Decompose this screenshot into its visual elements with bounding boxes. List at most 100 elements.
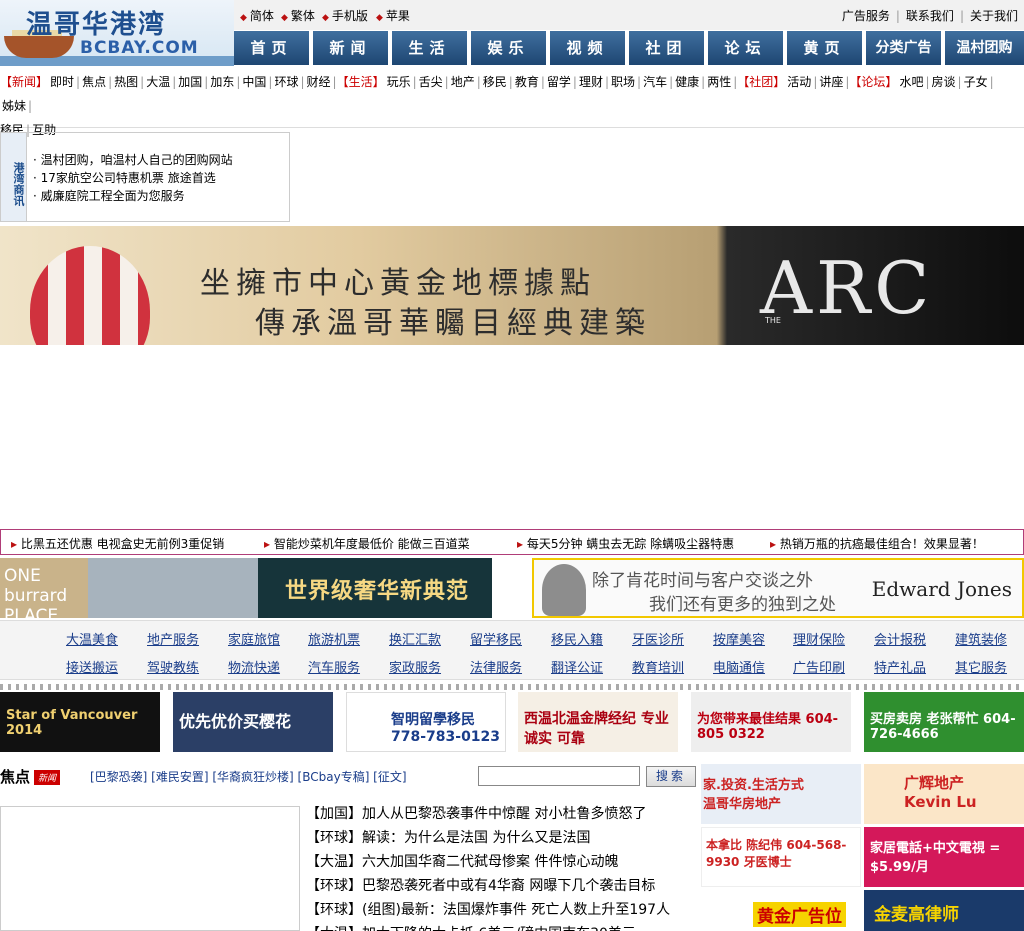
subnav-item[interactable]: 房谈 [930, 75, 958, 89]
subnav-item[interactable]: 讲座 [817, 75, 845, 89]
service-link[interactable]: 换汇汇款 [389, 629, 441, 648]
service-link[interactable]: 留学移民 [470, 629, 522, 648]
ad-gold-slot[interactable]: 黄金广告位 [701, 890, 861, 931]
link-contact[interactable]: 联系我们 [906, 9, 954, 23]
business-item[interactable]: 17家航空公司特惠机票 旅途首选 [33, 169, 233, 187]
site-logo[interactable]: 温哥华港湾 BCBAY.COM [0, 0, 234, 66]
ad-tile-sakura[interactable]: 优先优价买樱花 [173, 692, 333, 752]
news-item[interactable]: 【环球】(组图)最新：法国爆炸事件 死亡人数上升至197人 [306, 898, 698, 922]
ticker-item[interactable]: 智能炒菜机年度最低价 能做三百道菜 [264, 535, 470, 552]
ticker-item[interactable]: 热销万瓶的抗癌最佳组合！效果显著！ [770, 535, 984, 552]
ad-lawyer-jin[interactable]: 金麦高律师 [864, 890, 1024, 931]
news-item[interactable]: 【环球】巴黎恐袭死者中或有4华裔 网曝下几个袭击目标 [306, 874, 698, 898]
business-item[interactable]: 温村团购，咱温村人自己的团购网站 [33, 151, 233, 169]
focus-image-slot[interactable] [0, 806, 300, 931]
subnav-item[interactable]: 教育 [513, 75, 541, 89]
one-burrard-ad[interactable]: ONE burrard PLACE 世界级奢华新典范 [0, 558, 492, 626]
service-link[interactable]: 电脑通信 [713, 657, 765, 676]
focus-topic-links[interactable]: [巴黎恐袭] [难民安置] [华裔疯狂炒楼] [BCbay专稿] [征文] [90, 768, 407, 785]
subnav-forum-head[interactable]: 【论坛】 [849, 75, 897, 89]
service-link[interactable]: 接送搬运 [66, 657, 118, 676]
service-link[interactable]: 汽车服务 [308, 657, 360, 676]
subnav-item[interactable]: 即时 [48, 75, 76, 89]
search-button[interactable]: 搜索 [646, 766, 696, 787]
ad-tile-zhang-realty[interactable]: 买房卖房 老张帮忙 604-726-4666 [864, 692, 1024, 752]
subnav-club-head[interactable]: 【社团】 [737, 75, 785, 89]
subnav-item[interactable]: 职场 [609, 75, 637, 89]
subnav-item[interactable]: 姊妹 [0, 99, 28, 113]
service-link[interactable]: 大温美食 [66, 629, 118, 648]
subnav-item[interactable]: 大温 [144, 75, 172, 89]
subnav-item[interactable]: 两性 [705, 75, 733, 89]
subnav-item[interactable]: 健康 [673, 75, 701, 89]
link-mobile[interactable]: ◆ 手机版 [322, 7, 368, 24]
subnav-news-head[interactable]: 【新闻】 [0, 75, 48, 89]
subnav-item[interactable]: 水吧 [897, 75, 925, 89]
subnav-item[interactable]: 舌尖 [417, 75, 445, 89]
subnav-item[interactable]: 子女 [962, 75, 990, 89]
nav-classifieds[interactable]: 分类广告 [866, 31, 943, 65]
subnav-item[interactable]: 热图 [112, 75, 140, 89]
search-input[interactable] [478, 766, 640, 786]
service-link[interactable]: 教育培训 [632, 657, 684, 676]
nav-forum[interactable]: 论坛 [708, 31, 785, 65]
subnav-life-head[interactable]: 【生活】 [337, 75, 385, 89]
ad-italkbb[interactable]: 家居電話+中文電視 = $5.99/月 [864, 827, 1024, 887]
service-link[interactable]: 会计报税 [874, 629, 926, 648]
service-link[interactable]: 理财保险 [793, 629, 845, 648]
service-link[interactable]: 家政服务 [389, 657, 441, 676]
nav-life[interactable]: 生活 [392, 31, 469, 65]
service-link[interactable]: 广告印刷 [793, 657, 845, 676]
service-link[interactable]: 其它服务 [955, 657, 1007, 676]
news-item[interactable]: 【环球】解读：为什么是法国 为什么又是法国 [306, 826, 698, 850]
subnav-item[interactable]: 加东 [208, 75, 236, 89]
ad-tile-bright-immigration[interactable]: 智明留學移民 778-783-0123 [346, 692, 506, 752]
nav-video[interactable]: 视频 [550, 31, 627, 65]
news-item[interactable]: 【大温】加大下降的大卡抵 6美元/磅中国南车30美元 [306, 922, 698, 931]
link-about[interactable]: 关于我们 [970, 9, 1018, 23]
subnav-item[interactable]: 环球 [272, 75, 300, 89]
subnav-item[interactable]: 理财 [577, 75, 605, 89]
service-link[interactable]: 驾驶教练 [147, 657, 199, 676]
service-link[interactable]: 按摩美容 [713, 629, 765, 648]
ad-tile-star-vancouver[interactable]: Star of Vancouver 2014 [0, 692, 160, 752]
nav-groupbuy[interactable]: 温村团购 [945, 31, 1024, 65]
link-traditional[interactable]: ◆ 繁体 [281, 7, 315, 24]
subnav-item[interactable]: 财经 [305, 75, 333, 89]
nav-entertainment[interactable]: 娱乐 [471, 31, 548, 65]
service-link[interactable]: 地产服务 [147, 629, 199, 648]
service-link[interactable]: 法律服务 [470, 657, 522, 676]
ad-tile-best-results[interactable]: 为您带来最佳结果 604-805 0322 [691, 692, 851, 752]
nav-club[interactable]: 社团 [629, 31, 706, 65]
news-item[interactable]: 【加国】加人从巴黎恐袭事件中惊醒 对小杜鲁多愤怒了 [306, 802, 698, 826]
service-link[interactable]: 移民入籍 [551, 629, 603, 648]
subnav-item[interactable]: 留学 [545, 75, 573, 89]
subnav-item[interactable]: 活动 [785, 75, 813, 89]
subnav-item[interactable]: 玩乐 [385, 75, 413, 89]
service-link[interactable]: 家庭旅馆 [228, 629, 280, 648]
link-apple[interactable]: ◆ 苹果 [376, 7, 410, 24]
news-item[interactable]: 【大温】六大加国华裔二代弑母惨案 件件惊心动魄 [306, 850, 698, 874]
service-link[interactable]: 牙医诊所 [632, 629, 684, 648]
link-ad-service[interactable]: 广告服务 [842, 9, 890, 23]
ad-kevin-lu[interactable]: 广辉地产 Kevin Lu [864, 764, 1024, 824]
arc-banner-ad[interactable]: 坐擁市中心黃金地標據點 傳承溫哥華矚目經典建築 THE ARC [0, 226, 1024, 345]
subnav-item[interactable]: 加国 [176, 75, 204, 89]
ad-tile-north-van-agent[interactable]: 西温北温金牌经纪 专业 诚实 可靠 [518, 692, 678, 752]
service-link[interactable]: 物流快递 [228, 657, 280, 676]
subnav-item[interactable]: 移民 [481, 75, 509, 89]
ad-dentist-chen[interactable]: 本拿比 陈纪伟 604-568-9930 牙医博士 [701, 827, 861, 887]
nav-news[interactable]: 新闻 [313, 31, 390, 65]
ad-vancouver-realty[interactable]: 家.投资.生活方式 温哥华房地产 [701, 764, 861, 824]
subnav-item[interactable]: 汽车 [641, 75, 669, 89]
subnav-item[interactable]: 地产 [449, 75, 477, 89]
link-simplified[interactable]: ◆ 简体 [240, 7, 274, 24]
ticker-item[interactable]: 比黑五还优惠 电视盒史无前例3重促销 [11, 535, 224, 552]
subnav-item[interactable]: 焦点 [80, 75, 108, 89]
service-link[interactable]: 建筑装修 [955, 629, 1007, 648]
service-link[interactable]: 翻译公证 [551, 657, 603, 676]
edward-jones-ad[interactable]: 除了肯花时间与客户交谈之外 我们还有更多的独到之处 Edward Jones [532, 558, 1024, 618]
service-link[interactable]: 旅游机票 [308, 629, 360, 648]
service-link[interactable]: 特产礼品 [874, 657, 926, 676]
subnav-item[interactable]: 中国 [240, 75, 268, 89]
